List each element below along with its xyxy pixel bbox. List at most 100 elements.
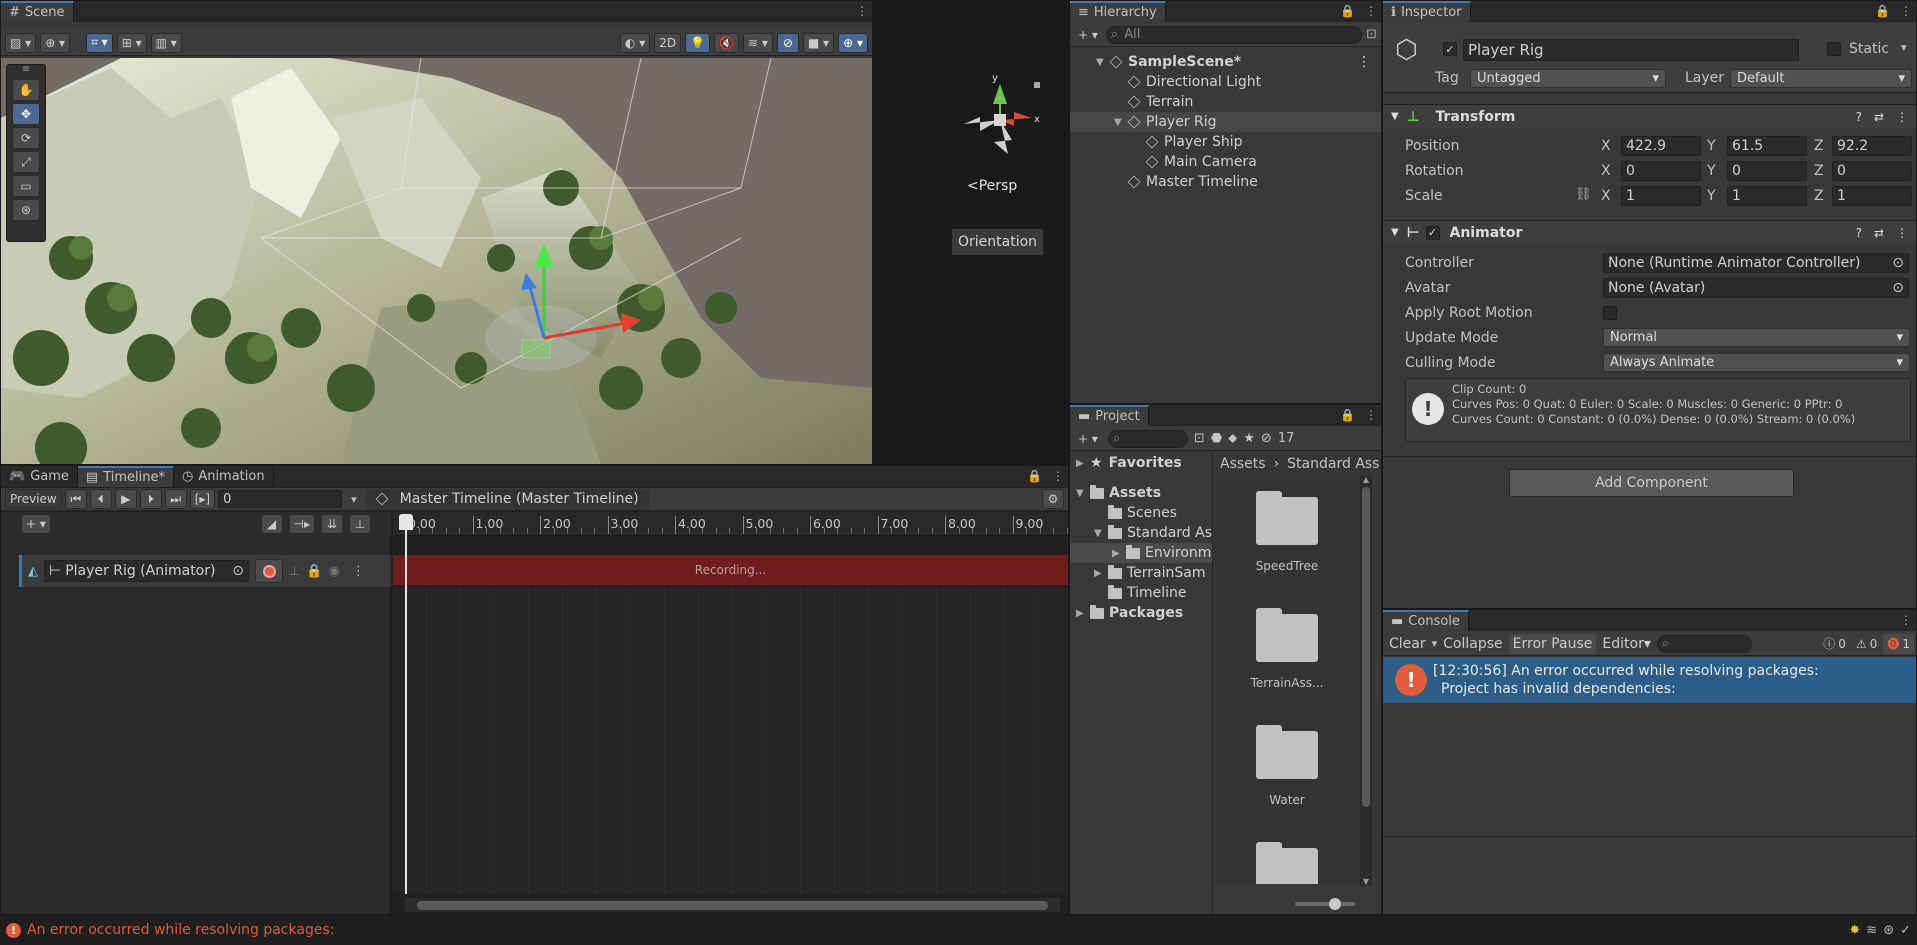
bug-icon[interactable]: ✸ (1849, 923, 1860, 938)
breadcrumb-assets[interactable]: Assets (1220, 456, 1266, 472)
scene-orientation-gizmo[interactable]: y x (952, 72, 1042, 167)
camera-settings-icon[interactable]: ■ ▾ (802, 32, 835, 53)
frame-dropdown-icon[interactable]: ▾ (351, 493, 357, 506)
hierarchy-item[interactable]: Terrain (1070, 92, 1381, 112)
timeline-scroll-thumb[interactable] (417, 901, 1048, 910)
console-search[interactable]: ⌕ (1656, 634, 1752, 653)
avatar-field[interactable]: None (Avatar) ⊙ (1603, 278, 1909, 298)
root-motion-checkbox[interactable] (1603, 306, 1617, 320)
position-x-field[interactable]: 422.9 (1621, 136, 1701, 156)
frame-input[interactable]: 0 (218, 490, 343, 508)
rotate-tool-icon[interactable]: ⟳ (12, 127, 40, 149)
project-tree-item[interactable]: ▶ Packages (1070, 603, 1212, 623)
object-name-field[interactable]: Player Rig (1463, 39, 1799, 61)
static-dropdown-icon[interactable]: ▾ (1901, 41, 1907, 54)
hierarchy-item[interactable]: Directional Light (1070, 72, 1381, 92)
scale-y-field[interactable]: 1 (1727, 186, 1807, 206)
tag-icon[interactable]: ⬥ (1228, 431, 1237, 446)
favorite-star-icon[interactable]: ★ (1243, 431, 1255, 446)
error-toggle[interactable]: ⓿1 (1883, 633, 1914, 654)
playhead-handle[interactable] (399, 514, 413, 530)
audio-toggle-icon[interactable]: 🔇 (714, 32, 739, 53)
hierarchy-item[interactable]: Main Camera (1070, 152, 1381, 172)
gameobject-cube-icon[interactable]: ⬡ (1395, 35, 1418, 65)
track-visibility-icon[interactable]: ◉ (329, 564, 340, 579)
view-options-button[interactable]: ⊕ ▾ (40, 32, 71, 53)
debug-icon[interactable]: ⊛ (1883, 923, 1894, 938)
scale-z-field[interactable]: 1 (1832, 186, 1912, 206)
play-icon[interactable]: ▶ (114, 489, 137, 509)
rotation-y-field[interactable]: 0 (1727, 161, 1807, 181)
clear-dropdown-icon[interactable]: ▾ (1432, 637, 1438, 650)
project-tree-item[interactable]: ▶ TerrainSam (1070, 563, 1212, 583)
hidden-packages-icon[interactable]: ⊘ (1261, 431, 1272, 446)
position-z-axis-label[interactable]: Z (1814, 138, 1824, 154)
object-picker-icon[interactable]: ⊙ (1892, 255, 1904, 271)
status-message[interactable]: An error occurred while resolving packag… (27, 922, 334, 938)
preview-button[interactable]: Preview (5, 489, 62, 509)
scene-viewport[interactable]: ≡ ✋ ✥ ⟳ ⤢ ▭ ⊛ (1, 58, 872, 464)
animator-header[interactable]: ▼ ⊢ ✓ Animator ? ⇄ ⋮ (1383, 220, 1916, 244)
position-z-field[interactable]: 92.2 (1832, 136, 1912, 156)
project-tree-item[interactable]: Timeline (1070, 583, 1212, 603)
tab-console[interactable]: ▬ Console (1383, 610, 1469, 631)
persp-label[interactable]: <Persp (967, 178, 1017, 194)
warning-toggle[interactable]: ⚠ 0 (1852, 634, 1881, 654)
help-icon[interactable]: ? (1856, 226, 1862, 240)
project-scroll-thumb[interactable] (1362, 487, 1370, 807)
track-pin-icon[interactable]: ⊥ (289, 564, 300, 579)
time-ruler[interactable]: 0.00 1.00 2.00 3.00 4.00 5.00 6.00 7.00 8.00 9.00 (393, 512, 1068, 536)
asset-folder[interactable]: TerrainAss... (1214, 608, 1360, 690)
culling-mode-dropdown[interactable]: Always Animate ▾ (1603, 353, 1910, 372)
controller-field[interactable]: None (Runtime Animator Controller) ⊙ (1603, 253, 1909, 273)
lock-icon[interactable]: 🔒 (1340, 4, 1355, 18)
project-create-button[interactable]: + ▾ (1074, 429, 1102, 449)
expanded-arrow-icon[interactable]: ▼ (1114, 117, 1122, 128)
scene-menu-icon[interactable]: ⋮ (1357, 54, 1371, 70)
effects-toggle-icon[interactable]: ≋ ▾ (743, 32, 773, 53)
shading-mode-button[interactable]: ◐ ▾ (619, 32, 651, 53)
search-by-type-icon[interactable]: ⊡ (1194, 431, 1205, 446)
last-frame-icon[interactable]: ⏭ (164, 489, 187, 509)
kebab-menu-icon[interactable]: ⋮ (1900, 613, 1912, 627)
asset-folder[interactable]: SpeedTree (1214, 491, 1360, 573)
presets-icon[interactable]: ⇄ (1874, 110, 1884, 124)
help-icon[interactable]: ? (1856, 110, 1862, 124)
lock-icon[interactable]: 🔒 (1027, 469, 1042, 483)
hidden-objects-icon[interactable]: ⊘ (776, 32, 799, 53)
clear-button[interactable]: Clear (1385, 634, 1430, 654)
replace-mode-icon[interactable]: ⇊ (321, 514, 343, 534)
kebab-menu-icon[interactable]: ⋮ (1365, 408, 1377, 422)
project-tree-item[interactable]: ▶ Environm (1070, 543, 1212, 563)
object-picker-icon[interactable]: ⊙ (1892, 280, 1904, 296)
kebab-menu-icon[interactable]: ⋮ (856, 4, 868, 18)
filter-label-icon[interactable]: ⬣ (1211, 431, 1222, 446)
prev-frame-icon[interactable]: ⏴ (89, 489, 112, 509)
project-tree-item[interactable]: Scenes (1070, 503, 1212, 523)
search-filter-icon[interactable]: ⊡ (1366, 27, 1377, 42)
hand-tool-icon[interactable]: ✋ (12, 79, 40, 101)
grid-snap-button[interactable]: ⌗ ▾ (86, 32, 113, 53)
track-header[interactable]: ◭ ⊢ Player Rig (Animator) ⊙ ⊥ 🔒 ◉ ⋮ (19, 555, 391, 587)
presets-icon[interactable]: ⇄ (1874, 226, 1884, 240)
collapsed-arrow-icon[interactable]: ▶ (1094, 568, 1102, 579)
check-icon[interactable]: ✓ (1900, 923, 1911, 938)
record-button[interactable] (255, 559, 283, 583)
kebab-menu-icon[interactable]: ⋮ (1900, 4, 1912, 18)
timeline-asset-breadcrumb[interactable]: Master Timeline (Master Timeline) (365, 488, 649, 510)
first-frame-icon[interactable]: ⏮ (64, 489, 87, 509)
tab-animation[interactable]: ◷ Animation (174, 466, 274, 487)
ripple-mode-icon[interactable]: ⊣▸ (288, 514, 315, 534)
scale-y-axis-label[interactable]: Y (1707, 188, 1716, 204)
project-scroll-up-icon[interactable]: ▲ (1360, 475, 1372, 484)
rotation-z-field[interactable]: 0 (1832, 161, 1912, 181)
position-y-field[interactable]: 61.5 (1727, 136, 1807, 156)
track-binding-field[interactable]: ⊢ Player Rig (Animator) ⊙ (44, 560, 249, 582)
scale-x-axis-label[interactable]: X (1601, 188, 1611, 204)
constrain-proportions-icon[interactable]: ⛓ (1575, 187, 1592, 202)
animator-enabled-checkbox[interactable]: ✓ (1425, 225, 1440, 240)
project-scroll-down-icon[interactable]: ▼ (1360, 877, 1372, 886)
kebab-menu-icon[interactable]: ⋮ (1052, 469, 1064, 483)
scale-tool-icon[interactable]: ⤢ (12, 151, 40, 173)
position-y-axis-label[interactable]: Y (1707, 138, 1716, 154)
